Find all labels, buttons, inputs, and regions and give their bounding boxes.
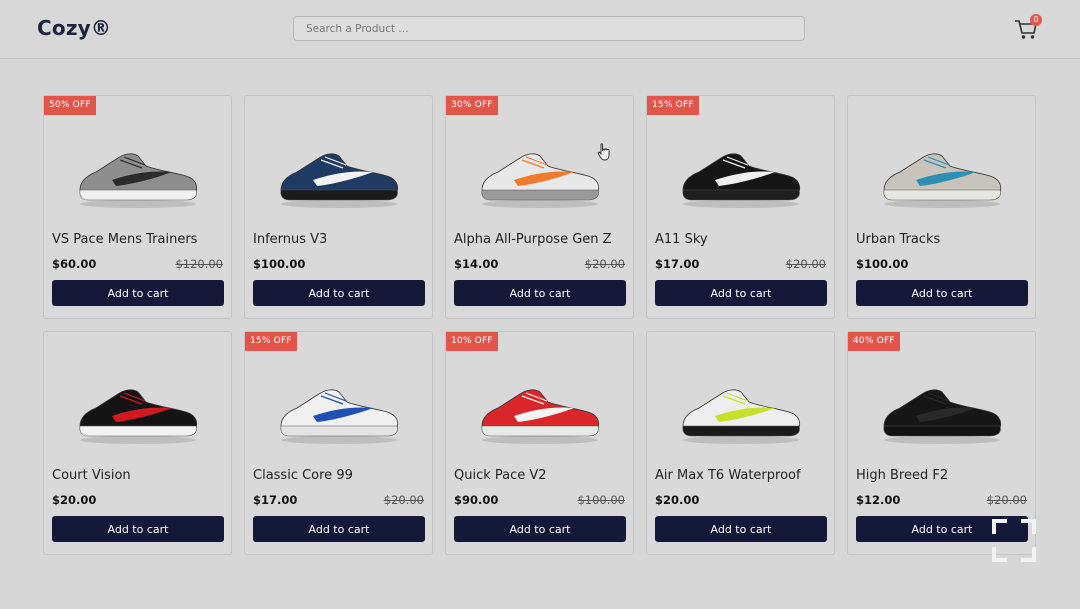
shoe-shadow [281, 436, 397, 444]
discount-badge: 40% OFF [848, 332, 900, 351]
product-old-price: $20.00 [785, 257, 826, 271]
shoe-image [79, 153, 198, 208]
product-name[interactable]: A11 Sky [655, 232, 708, 247]
product-card[interactable]: 10% OFF Quick Pace V2 $90.00 $100.00 Add… [445, 331, 634, 555]
hand-pointer-icon [597, 143, 610, 161]
add-to-cart-button[interactable]: Add to cart [454, 280, 626, 306]
shoe-sole [79, 425, 197, 437]
shoe-image [280, 389, 399, 444]
product-price: $14.00 [454, 257, 499, 271]
shoe-sole [280, 425, 398, 437]
cart-count-badge: 0 [1030, 14, 1042, 26]
search-input[interactable] [293, 16, 805, 41]
shoe-image [79, 389, 198, 444]
product-old-price: $20.00 [383, 493, 424, 507]
product-name[interactable]: Air Max T6 Waterproof [655, 468, 801, 483]
shoe-shadow [482, 200, 598, 208]
product-name[interactable]: Court Vision [52, 468, 131, 483]
product-price: $100.00 [856, 257, 909, 271]
product-name[interactable]: Alpha All-Purpose Gen Z [454, 232, 612, 247]
shoe-sole [481, 189, 599, 201]
product-card[interactable]: Court Vision $20.00 Add to cart [43, 331, 232, 555]
discount-badge: 30% OFF [446, 96, 498, 115]
product-price: $17.00 [655, 257, 700, 271]
product-price: $17.00 [253, 493, 298, 507]
add-to-cart-button[interactable]: Add to cart [655, 516, 827, 542]
shoe-shadow [80, 200, 196, 208]
shoe-image [883, 153, 1002, 208]
shoe-shadow [884, 200, 1000, 208]
shoe-sole [883, 425, 1001, 437]
product-name[interactable]: Quick Pace V2 [454, 468, 547, 483]
shoe-shadow [683, 200, 799, 208]
product-price: $60.00 [52, 257, 97, 271]
product-price: $20.00 [52, 493, 97, 507]
product-card[interactable]: 50% OFF VS Pace Mens Trainers $60.00 $12… [43, 95, 232, 319]
shoe-sole [79, 189, 197, 201]
product-price: $20.00 [655, 493, 700, 507]
add-to-cart-button[interactable]: Add to cart [52, 280, 224, 306]
add-to-cart-button[interactable]: Add to cart [856, 280, 1028, 306]
product-grid: 50% OFF VS Pace Mens Trainers $60.00 $12… [43, 95, 1036, 555]
product-card[interactable]: Air Max T6 Waterproof $20.00 Add to cart [646, 331, 835, 555]
shoe-sole [280, 189, 398, 201]
product-card[interactable]: 15% OFF A11 Sky $17.00 $20.00 Add to car… [646, 95, 835, 319]
shoe-image [481, 153, 600, 208]
product-old-price: $100.00 [577, 493, 625, 507]
shoe-shadow [80, 436, 196, 444]
product-card[interactable]: Urban Tracks $100.00 Add to cart [847, 95, 1036, 319]
add-to-cart-button[interactable]: Add to cart [253, 280, 425, 306]
product-name[interactable]: VS Pace Mens Trainers [52, 232, 197, 247]
discount-badge: 10% OFF [446, 332, 498, 351]
shoe-sole [481, 425, 599, 437]
discount-badge: 15% OFF [647, 96, 699, 115]
product-name[interactable]: Infernus V3 [253, 232, 327, 247]
product-card[interactable]: Infernus V3 $100.00 Add to cart [244, 95, 433, 319]
shoe-image [280, 153, 399, 208]
add-to-cart-button[interactable]: Add to cart [52, 516, 224, 542]
shoe-sole [682, 425, 800, 437]
product-name[interactable]: Urban Tracks [856, 232, 940, 247]
product-old-price: $20.00 [584, 257, 625, 271]
shoe-shadow [281, 200, 397, 208]
add-to-cart-button[interactable]: Add to cart [655, 280, 827, 306]
product-card[interactable]: 30% OFF Alpha All-Purpose Gen Z $14.00 $… [445, 95, 634, 319]
shoe-sole [682, 189, 800, 201]
fullscreen-icon[interactable] [992, 519, 1036, 562]
shoe-image [883, 389, 1002, 444]
discount-badge: 50% OFF [44, 96, 96, 115]
shoe-sole [883, 189, 1001, 201]
add-to-cart-button[interactable]: Add to cart [253, 516, 425, 542]
shoe-image [682, 389, 801, 444]
top-bar: Cozy® 0 [0, 0, 1080, 59]
product-name[interactable]: High Breed F2 [856, 468, 948, 483]
shoe-shadow [482, 436, 598, 444]
product-price: $90.00 [454, 493, 499, 507]
shoe-image [481, 389, 600, 444]
shoe-shadow [884, 436, 1000, 444]
discount-badge: 15% OFF [245, 332, 297, 351]
shoe-shadow [683, 436, 799, 444]
product-name[interactable]: Classic Core 99 [253, 468, 353, 483]
add-to-cart-button[interactable]: Add to cart [454, 516, 626, 542]
product-card[interactable]: 15% OFF Classic Core 99 $17.00 $20.00 Ad… [244, 331, 433, 555]
brand-logo[interactable]: Cozy® [37, 16, 111, 40]
product-price: $100.00 [253, 257, 306, 271]
shoe-image [682, 153, 801, 208]
product-old-price: $120.00 [175, 257, 223, 271]
product-price: $12.00 [856, 493, 901, 507]
product-old-price: $20.00 [986, 493, 1027, 507]
